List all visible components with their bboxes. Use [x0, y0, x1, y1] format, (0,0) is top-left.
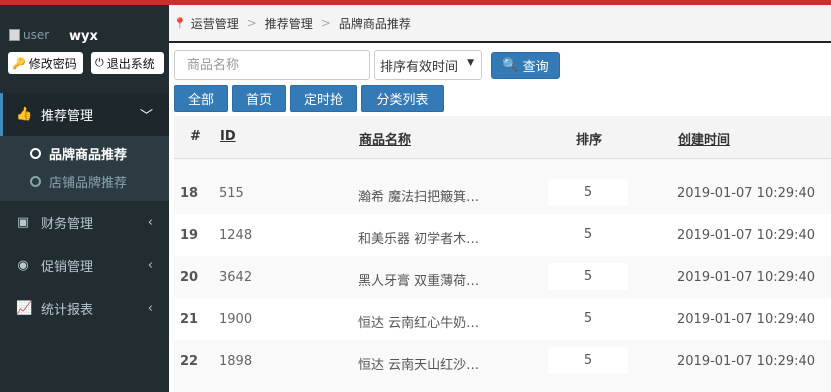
power-icon: ⏻	[95, 56, 104, 69]
table-header: # ID 商品名称 排序 创建时间	[174, 116, 831, 159]
map-marker-icon: 📍	[173, 16, 187, 30]
goods-table: # ID 商品名称 排序 创建时间 18 515 瀚希 魔法扫把簸箕… 5 20…	[174, 116, 831, 392]
table-row: 20 3642 黑人牙膏 双重薄荷… 5 2019-01-07 10:29:40	[174, 256, 831, 298]
logout-label: 退出系统	[106, 56, 155, 71]
row-created-time: 2019-01-07 10:29:40	[677, 186, 816, 201]
row-sort-input[interactable]: 5	[548, 305, 628, 332]
row-created-time: 2019-01-07 10:29:40	[677, 312, 816, 327]
avatar: user	[9, 27, 61, 43]
line-chart-icon: 📈	[16, 301, 33, 316]
row-sort-input[interactable]: 5	[548, 221, 628, 248]
table-row: 21 1900 恒达 云南红心牛奶… 5 2019-01-07 10:29:40	[174, 298, 831, 340]
row-index: 20	[180, 270, 199, 285]
column-header-created[interactable]: 创建时间	[678, 129, 730, 148]
sort-select-value: 排序有效时间	[380, 59, 459, 75]
change-password-button[interactable]: 🔑 修改密码	[8, 52, 83, 74]
row-goods-name: 和美乐器 初学者木…	[358, 232, 480, 247]
row-goods-name: 黑人牙膏 双重薄荷…	[358, 274, 480, 289]
sidebar-item-recommend[interactable]: 👍 推荐管理 ﹀	[0, 93, 169, 136]
table-body: 18 515 瀚希 魔法扫把簸箕… 5 2019-01-07 10:29:40 …	[174, 172, 831, 382]
row-id: 3642	[219, 270, 253, 285]
user-panel: user wyx 🔑 修改密码 ⏻ 退出系统	[0, 5, 169, 93]
sidebar-item-label: 财务管理	[41, 217, 94, 232]
query-button-label: 查询	[522, 60, 549, 75]
table-row: 19 1248 和美乐器 初学者木… 5 2019-01-07 10:29:40	[174, 214, 831, 256]
row-goods-name: 瀚希 魔法扫把簸箕…	[358, 190, 480, 205]
column-header-name[interactable]: 商品名称	[359, 129, 411, 148]
row-id: 1898	[219, 354, 253, 369]
sidebar-item-promotion[interactable]: ◉ 促销管理 ‹	[0, 244, 169, 287]
row-goods-name: 恒达 云南天山红沙…	[358, 358, 480, 373]
row-id: 1900	[219, 312, 253, 327]
logout-button[interactable]: ⏻ 退出系统	[91, 52, 164, 74]
caret-down-icon: ▼	[467, 58, 474, 68]
change-password-label: 修改密码	[28, 56, 77, 71]
sidebar-item-finance[interactable]: ▣ 财务管理 ‹	[0, 201, 169, 244]
sidebar-item-statistics[interactable]: 📈 统计报表 ‹	[0, 287, 169, 330]
money-icon: ▣	[16, 215, 30, 230]
query-button[interactable]: 🔍 查询	[491, 52, 560, 79]
row-sort-input[interactable]: 5	[548, 347, 628, 374]
row-created-time: 2019-01-07 10:29:40	[677, 228, 816, 243]
row-index: 21	[180, 312, 199, 327]
tab-category-list[interactable]: 分类列表	[361, 85, 444, 112]
thumbs-up-icon: 👍	[16, 107, 33, 122]
avatar-alt-text: user	[23, 28, 50, 42]
tab-flash-sale[interactable]: 定时抢	[290, 85, 357, 112]
submenu-recommend: 品牌商品推荐 店铺品牌推荐	[0, 136, 169, 201]
sidebar-item-label: 促销管理	[41, 260, 94, 275]
row-created-time: 2019-01-07 10:29:40	[677, 270, 816, 285]
row-id: 1248	[219, 228, 253, 243]
key-icon: 🔑	[12, 56, 26, 70]
breadcrumb-separator: >	[320, 16, 331, 30]
column-header-sort: 排序	[576, 133, 603, 148]
search-input[interactable]	[174, 50, 370, 80]
circle-icon	[30, 147, 41, 159]
sidebar-subitem-shop-brand[interactable]: 店铺品牌推荐	[0, 167, 169, 195]
sidebar-subitem-brand-goods[interactable]: 品牌商品推荐	[0, 139, 169, 167]
row-goods-name: 恒达 云南红心牛奶…	[358, 316, 480, 331]
sort-select[interactable]: 排序有效时间 ▼	[374, 50, 482, 80]
breadcrumb-item[interactable]: 运营管理	[191, 15, 239, 32]
row-index: 19	[180, 228, 199, 243]
sidebar-subitem-label: 店铺品牌推荐	[49, 175, 128, 191]
chevron-left-icon: ‹	[147, 301, 153, 316]
search-icon: 🔍	[502, 58, 519, 73]
sidebar-subitem-label: 品牌商品推荐	[49, 147, 128, 163]
chevron-left-icon: ‹	[147, 215, 153, 230]
circle-icon	[30, 175, 41, 187]
broken-image-icon	[9, 29, 20, 41]
breadcrumb-separator: >	[246, 16, 257, 30]
table-row: 22 1898 恒达 云南天山红沙… 5 2019-01-07 10:29:40	[174, 340, 831, 382]
bullseye-icon: ◉	[17, 258, 29, 273]
breadcrumb-item-current: 品牌商品推荐	[338, 16, 411, 31]
sidebar: user wyx 🔑 修改密码 ⏻ 退出系统 👍 推荐管理 ﹀ 品牌商品推荐 店…	[0, 5, 169, 392]
tab-home[interactable]: 首页	[232, 85, 286, 112]
sidebar-item-label: 推荐管理	[41, 109, 94, 124]
sidebar-item-label: 统计报表	[41, 303, 94, 318]
breadcrumb: 📍 运营管理 > 推荐管理 > 品牌商品推荐	[169, 5, 831, 43]
column-header-index: #	[190, 129, 201, 144]
breadcrumb-item[interactable]: 推荐管理	[265, 15, 313, 32]
row-id: 515	[219, 186, 244, 201]
tab-all[interactable]: 全部	[174, 85, 228, 112]
row-sort-input[interactable]: 5	[548, 263, 628, 290]
chevron-left-icon: ‹	[147, 258, 153, 273]
user-name: wyx	[69, 29, 98, 44]
row-index: 22	[180, 354, 199, 369]
chevron-down-icon: ﹀	[139, 109, 153, 124]
row-created-time: 2019-01-07 10:29:40	[677, 354, 816, 369]
table-row: 18 515 瀚希 魔法扫把簸箕… 5 2019-01-07 10:29:40	[174, 172, 831, 214]
sidebar-menu: 👍 推荐管理 ﹀ 品牌商品推荐 店铺品牌推荐 ▣ 财务管理 ‹ ◉ 促销管理 ‹…	[0, 93, 169, 330]
row-index: 18	[180, 186, 199, 201]
row-sort-input[interactable]: 5	[548, 179, 628, 206]
column-header-id[interactable]: ID	[220, 129, 236, 144]
toolbar: 排序有效时间 ▼ 🔍 查询 全部 首页 定时抢 分类列表	[169, 43, 831, 112]
main-content: 📍 运营管理 > 推荐管理 > 品牌商品推荐 排序有效时间 ▼ 🔍 查询 全部 …	[169, 5, 831, 392]
